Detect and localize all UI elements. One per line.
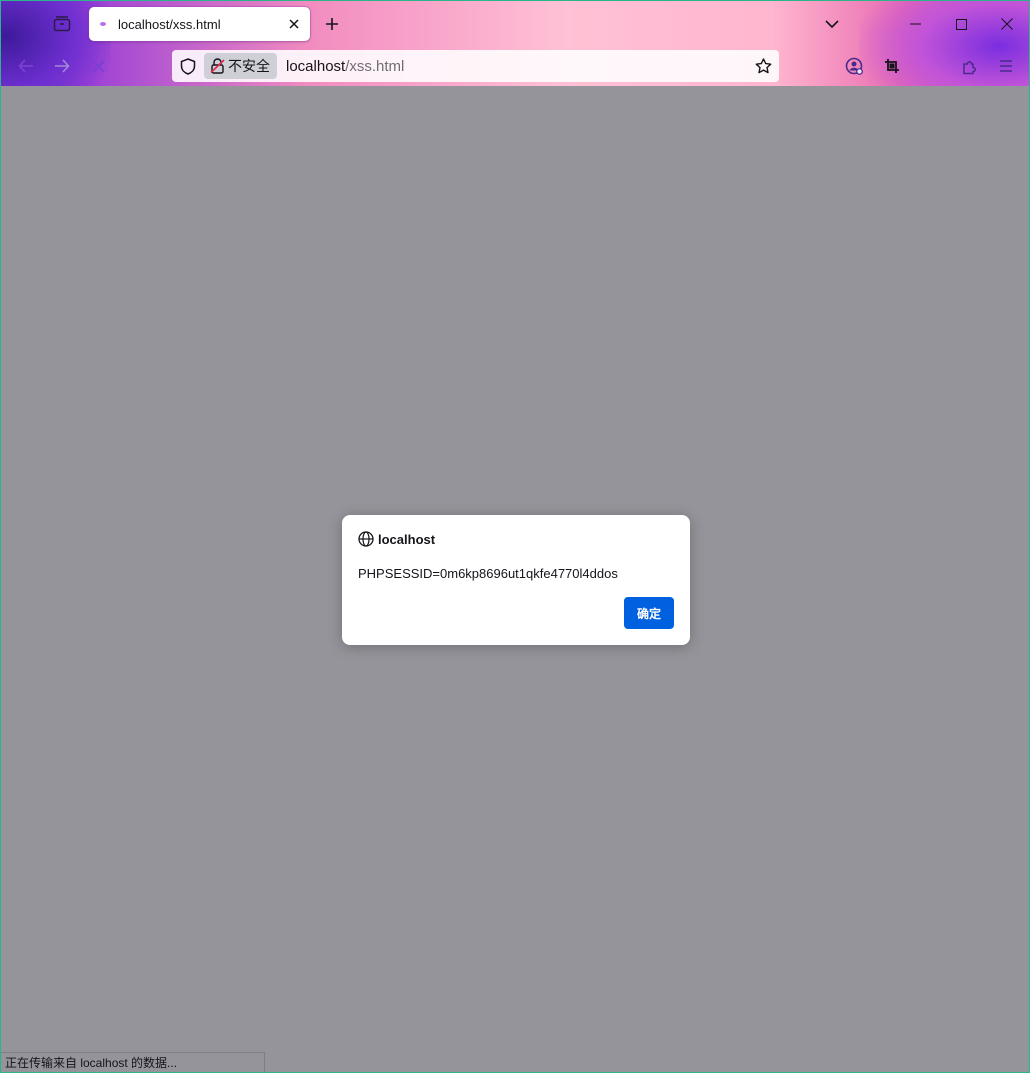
- tab-favicon-icon: [99, 20, 107, 28]
- url-text[interactable]: localhost/xss.html: [286, 58, 748, 75]
- tracking-protection-button[interactable]: [173, 51, 203, 81]
- tab-bar: localhost/xss.html: [1, 1, 1029, 46]
- extensions-button[interactable]: [955, 51, 985, 81]
- close-tab-button[interactable]: [282, 12, 306, 36]
- url-path: /xss.html: [345, 57, 405, 75]
- chevron-down-icon: [825, 19, 839, 29]
- firefox-view-button[interactable]: [45, 7, 79, 41]
- minimize-icon: [909, 23, 921, 25]
- account-button[interactable]: [839, 51, 869, 81]
- url-bar[interactable]: 不安全 localhost/xss.html: [172, 50, 779, 82]
- app-menu-button[interactable]: [991, 51, 1021, 81]
- plus-icon: [325, 17, 339, 31]
- forward-button[interactable]: [47, 51, 77, 81]
- hamburger-icon: [999, 60, 1013, 72]
- list-all-tabs-button[interactable]: [819, 11, 845, 37]
- puzzle-icon: [962, 58, 979, 75]
- arrow-left-icon: [18, 59, 34, 73]
- tab-active[interactable]: localhost/xss.html: [89, 7, 310, 41]
- stop-button[interactable]: [83, 51, 113, 81]
- dialog-host: localhost: [378, 531, 436, 547]
- arrow-right-icon: [54, 59, 70, 73]
- star-icon: [755, 58, 772, 74]
- maximize-icon: [955, 18, 967, 30]
- status-panel: 正在传输来自 localhost 的数据...: [1, 1052, 265, 1072]
- close-icon: [1001, 18, 1013, 30]
- globe-icon: [358, 531, 374, 547]
- new-tab-button[interactable]: [319, 11, 345, 37]
- back-button[interactable]: [11, 51, 41, 81]
- tab-title: localhost/xss.html: [118, 16, 221, 32]
- broken-lock-icon: [210, 58, 225, 74]
- dialog-header: localhost: [358, 531, 435, 547]
- firefox-view-icon: [53, 16, 71, 32]
- account-icon: [845, 57, 863, 75]
- screenshot-button[interactable]: [877, 51, 907, 81]
- site-security-button[interactable]: 不安全: [204, 53, 277, 79]
- stop-icon: [91, 59, 105, 73]
- dialog-message: PHPSESSID=0m6kp8696ut1qkfe4770l4ddos: [358, 566, 618, 581]
- security-label: 不安全: [228, 58, 270, 74]
- navigation-bar: 不安全 localhost/xss.html: [1, 46, 1029, 86]
- shield-icon: [180, 57, 196, 75]
- ok-button[interactable]: 确定: [624, 597, 674, 629]
- bookmark-button[interactable]: [748, 51, 778, 81]
- maximize-button[interactable]: [938, 7, 984, 41]
- browser-toolbar: localhost/xss.html 不安全 localhost/xss.htm…: [1, 1, 1029, 86]
- crop-icon: [884, 58, 900, 74]
- alert-dialog: localhost PHPSESSID=0m6kp8696ut1qkfe4770…: [342, 515, 690, 645]
- minimize-button[interactable]: [892, 7, 938, 41]
- url-host: localhost: [286, 57, 346, 75]
- close-window-button[interactable]: [984, 7, 1029, 41]
- close-icon: [289, 19, 299, 29]
